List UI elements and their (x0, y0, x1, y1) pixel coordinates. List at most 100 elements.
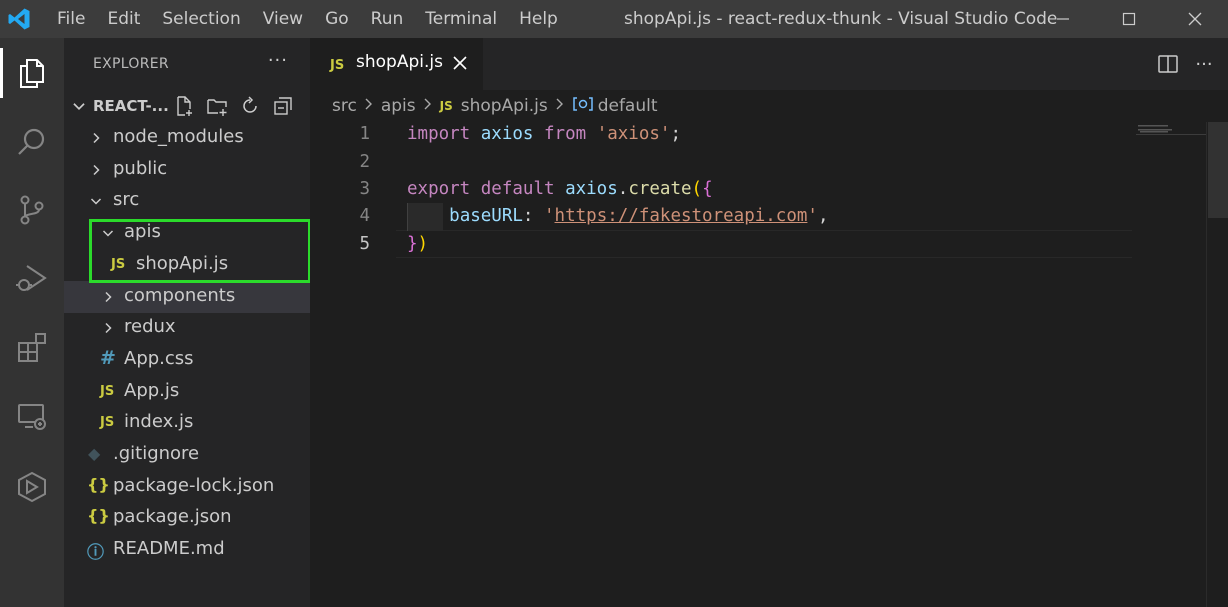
breadcrumb-item-src[interactable]: src (332, 96, 357, 116)
keyword: default (480, 179, 555, 199)
keyword: import (407, 124, 471, 144)
new-folder-icon[interactable] (205, 94, 229, 118)
code-editor[interactable]: 1 2 3 4 5 import axios from 'axios'; exp… (310, 122, 1228, 607)
identifier: axios (480, 124, 534, 144)
menu-run[interactable]: Run (360, 0, 415, 38)
tree-item-readme-md[interactable]: ⓘ README.md (64, 534, 310, 566)
explorer-actions (172, 94, 295, 118)
tree-item-apis[interactable]: apis (64, 217, 310, 249)
tree-item-public[interactable]: public (64, 154, 310, 186)
menu-terminal[interactable]: Terminal (414, 0, 508, 38)
paren: ( (691, 179, 703, 199)
property-key: baseURL (449, 206, 523, 226)
tree-item-components[interactable]: components (64, 281, 310, 313)
tree-item-redux[interactable]: redux (64, 312, 310, 344)
tree-item-label: apis (124, 221, 161, 242)
css-file-icon: # (100, 347, 116, 369)
extensions-icon[interactable] (8, 323, 56, 371)
tab-shopapi-js[interactable]: JS shopApi.js (310, 38, 483, 90)
more-actions-icon[interactable]: ··· (1186, 54, 1222, 75)
workspace-name: REACT-... (93, 97, 169, 115)
explorer-title: EXPLORER (93, 56, 169, 72)
minimap[interactable] (1136, 122, 1206, 135)
tree-item-shopapi-js[interactable]: JS shopApi.js (64, 249, 310, 281)
code-line-4: baseURL: 'https://fakestoreapi.com', (407, 206, 828, 226)
tree-item-label: App.js (124, 380, 180, 401)
chevron-right-icon (422, 96, 434, 116)
tree-item-label: redux (124, 316, 176, 337)
more-actions-icon[interactable]: ··· (268, 50, 288, 71)
string-quote: ' (544, 206, 555, 226)
tree-item-package-lock-json[interactable]: {} package-lock.json (64, 471, 310, 503)
menu-bar: File Edit Selection View Go Run Terminal… (46, 0, 569, 38)
window-controls (1030, 0, 1228, 38)
tree-item-node-modules[interactable]: node_modules (64, 122, 310, 154)
tree-item-label: shopApi.js (136, 253, 229, 274)
tree-item-src[interactable]: src (64, 185, 310, 217)
remote-explorer-icon[interactable] (8, 392, 56, 440)
keyword: from (544, 124, 587, 144)
menu-help[interactable]: Help (508, 0, 569, 38)
symbol-variable-icon (572, 96, 594, 117)
tree-item-label: package.json (113, 506, 232, 527)
explorer-header: EXPLORER ··· (64, 38, 310, 90)
refresh-icon[interactable] (238, 94, 262, 118)
tree-item-label: App.css (124, 348, 194, 369)
active-indicator (0, 48, 3, 98)
run-debug-icon[interactable] (8, 254, 56, 302)
code-line-5: }) (407, 234, 428, 254)
js-file-icon: JS (439, 99, 453, 113)
paren: ) (417, 234, 429, 254)
tree-item-package-json[interactable]: {} package.json (64, 502, 310, 534)
menu-go[interactable]: Go (314, 0, 360, 38)
tree-item-app-js[interactable]: JS App.js (64, 376, 310, 408)
current-line-highlight (396, 230, 1132, 258)
menu-file[interactable]: File (46, 0, 96, 38)
close-tab-icon[interactable] (450, 53, 470, 73)
editor-tab-bar: JS shopApi.js ··· (310, 38, 1228, 90)
js-file-icon: JS (100, 415, 115, 430)
scrollbar-thumb[interactable] (1208, 122, 1228, 218)
tree-item-label: .gitignore (113, 443, 200, 464)
breadcrumb-item-symbol[interactable]: default (598, 96, 658, 116)
search-icon[interactable] (8, 118, 56, 166)
breadcrumb: src apis JS shopApi.js default (310, 90, 1228, 122)
line-number: 1 (359, 124, 370, 144)
new-file-icon[interactable] (172, 94, 196, 118)
collapse-all-icon[interactable] (271, 94, 295, 118)
menu-view[interactable]: View (252, 0, 314, 38)
tree-item-label: README.md (113, 538, 225, 559)
tree-item-label: components (124, 285, 236, 306)
breadcrumb-item-file[interactable]: shopApi.js (461, 96, 548, 116)
chevron-right-icon (363, 96, 375, 116)
cube-extension-icon[interactable] (8, 463, 56, 511)
workspace-section-header[interactable]: REACT-... (64, 90, 310, 122)
breadcrumb-item-apis[interactable]: apis (381, 96, 416, 116)
url-link[interactable]: https://fakestoreapi.com (555, 206, 808, 226)
punctuation: . (617, 179, 629, 199)
window-title: shopApi.js - react-redux-thunk - Visual … (624, 9, 1058, 29)
minimize-button[interactable] (1030, 0, 1096, 38)
string-quote: ' (807, 206, 818, 226)
chevron-right-icon (554, 96, 566, 116)
tree-item-index-js[interactable]: JS index.js (64, 407, 310, 439)
maximize-button[interactable] (1096, 0, 1162, 38)
js-file-icon: JS (111, 257, 126, 272)
line-number: 3 (359, 179, 370, 199)
tree-item-label: node_modules (113, 126, 244, 147)
js-file-icon: JS (100, 384, 115, 399)
chevron-down-icon (102, 230, 114, 237)
tree-item-gitignore[interactable]: ◆ .gitignore (64, 439, 310, 471)
source-control-icon[interactable] (8, 186, 56, 234)
menu-selection[interactable]: Selection (151, 0, 251, 38)
punctuation: ; (670, 124, 682, 144)
close-window-button[interactable] (1162, 0, 1228, 38)
explorer-files-icon[interactable] (8, 49, 56, 97)
brace: } (407, 234, 418, 254)
js-file-icon: JS (330, 58, 345, 73)
activity-bar (0, 38, 64, 607)
split-editor-icon[interactable] (1150, 53, 1186, 75)
tree-item-app-css[interactable]: # App.css (64, 344, 310, 376)
menu-edit[interactable]: Edit (96, 0, 151, 38)
keyword: export (407, 179, 471, 199)
